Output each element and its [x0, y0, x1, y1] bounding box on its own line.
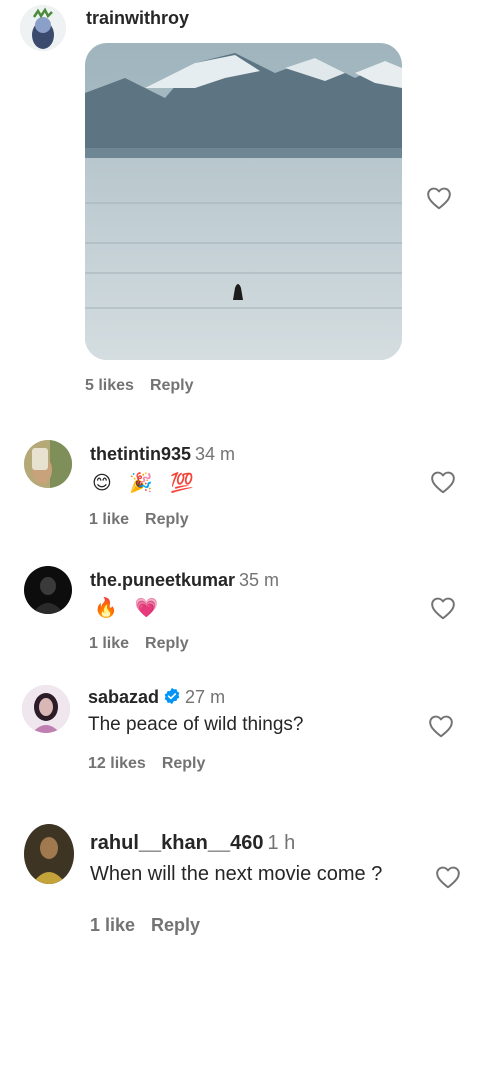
comment-item: trainwithroy 5 likes Reply — [0, 0, 487, 410]
like-heart-icon[interactable] — [435, 864, 461, 890]
comment-emoji: 😊 🎉 💯 — [92, 473, 200, 494]
username-text[interactable]: the.puneetkumar — [90, 570, 235, 590]
comment-item: sabazad 27 m The peace of wild things? 12… — [0, 680, 487, 790]
username-text[interactable]: sabazad — [88, 687, 159, 707]
comment-username[interactable]: thetintin935 34 m — [90, 444, 235, 465]
username-text[interactable]: rahul__khan__460 — [90, 832, 263, 854]
comment-emoji: 🔥 💗 — [94, 598, 165, 619]
comment-actions: 1 like Reply — [89, 635, 189, 653]
likes-count[interactable]: 1 like — [90, 915, 135, 935]
comment-actions: 1 like Reply — [90, 915, 200, 936]
avatar[interactable] — [20, 5, 66, 51]
comment-actions: 5 likes Reply — [85, 377, 194, 395]
reply-button[interactable]: Reply — [162, 755, 206, 772]
likes-count[interactable]: 1 like — [89, 635, 129, 652]
reply-button[interactable]: Reply — [145, 635, 189, 652]
avatar[interactable] — [24, 824, 74, 884]
like-heart-icon[interactable] — [430, 470, 456, 494]
comment-item: thetintin935 34 m 😊 🎉 💯 1 like Reply — [0, 430, 487, 540]
likes-count[interactable]: 5 likes — [85, 377, 134, 394]
like-heart-icon[interactable] — [428, 714, 454, 738]
comment-text: The peace of wild things? — [88, 714, 304, 735]
username-text[interactable]: trainwithroy — [86, 8, 189, 28]
like-heart-icon[interactable] — [426, 186, 452, 210]
like-heart-icon[interactable] — [430, 596, 456, 620]
reply-button[interactable]: Reply — [151, 915, 200, 935]
reply-button[interactable]: Reply — [145, 511, 189, 528]
avatar[interactable] — [24, 440, 72, 488]
comment-actions: 1 like Reply — [89, 511, 189, 529]
comment-text: When will the next movie come ? — [90, 863, 383, 885]
avatar[interactable] — [22, 685, 70, 733]
comment-actions: 12 likes Reply — [88, 755, 205, 773]
comment-time: 34 m — [195, 444, 236, 464]
comment-time: 27 m — [185, 687, 226, 707]
likes-count[interactable]: 1 like — [89, 511, 129, 528]
comment-username[interactable]: trainwithroy — [86, 8, 189, 29]
likes-count[interactable]: 12 likes — [88, 755, 146, 772]
comment-item: rahul__khan__460 1 h When will the next m… — [0, 820, 487, 950]
comment-username[interactable]: rahul__khan__460 1 h — [90, 832, 295, 855]
comment-item: the.puneetkumar 35 m 🔥 💗 1 like Reply — [0, 557, 487, 667]
comment-image[interactable] — [85, 43, 402, 360]
comment-username[interactable]: the.puneetkumar 35 m — [90, 570, 279, 591]
avatar[interactable] — [24, 566, 72, 614]
reply-button[interactable]: Reply — [150, 377, 194, 394]
verified-badge-icon — [164, 687, 180, 705]
username-text[interactable]: thetintin935 — [90, 444, 191, 464]
comment-time: 35 m — [239, 570, 280, 590]
comment-username[interactable]: sabazad 27 m — [88, 687, 225, 708]
comment-time: 1 h — [267, 832, 296, 854]
